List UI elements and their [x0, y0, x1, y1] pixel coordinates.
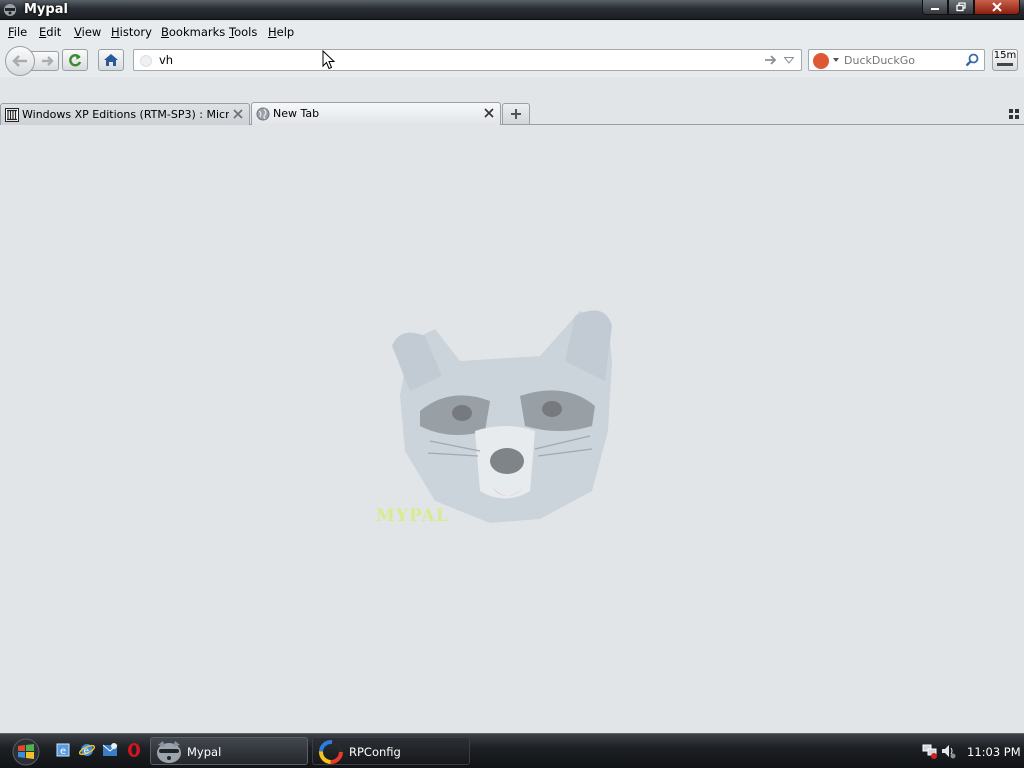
task-rpconfig[interactable]: RPConfig	[312, 737, 470, 765]
forward-button[interactable]	[31, 51, 59, 71]
back-arrow-icon	[12, 55, 27, 67]
menu-tools[interactable]: Tools	[229, 25, 257, 39]
menu-view[interactable]: View	[74, 25, 101, 39]
opera-icon[interactable]	[126, 742, 142, 758]
tab-label: New Tab	[273, 107, 320, 120]
home-icon	[104, 54, 118, 66]
internet-explorer-icon[interactable]: e	[79, 742, 95, 758]
search-bar[interactable]	[808, 49, 985, 71]
start-button[interactable]	[4, 736, 44, 767]
raccoon-logo	[392, 310, 612, 523]
task-mypal[interactable]: Mypal	[150, 737, 308, 765]
ie-edit-icon[interactable]: e	[55, 742, 71, 758]
network-icon[interactable]	[922, 743, 938, 759]
url-input[interactable]	[159, 52, 749, 68]
minimize-button[interactable]	[922, 0, 948, 15]
task-label: Mypal	[187, 745, 222, 759]
timer-bar-icon	[997, 63, 1013, 66]
search-input[interactable]	[844, 52, 964, 68]
outlook-icon[interactable]	[102, 742, 118, 758]
timer-button[interactable]: 15m	[992, 49, 1018, 71]
window-title: Mypal	[24, 2, 68, 17]
title-bar[interactable]: Mypal	[0, 0, 1024, 20]
back-button[interactable]	[5, 46, 35, 76]
archive-icon	[5, 108, 19, 122]
duckduckgo-engine-icon[interactable]	[813, 53, 829, 69]
home-button[interactable]	[98, 49, 124, 71]
minimize-icon	[931, 8, 939, 10]
taskbar: e e Mypal RPConfig 11:03 PM	[0, 733, 1024, 768]
raccoon-app-icon	[4, 4, 16, 16]
search-icon[interactable]	[965, 53, 979, 67]
rpconfig-ring-icon	[319, 740, 343, 764]
globe-icon	[256, 107, 270, 121]
plus-icon	[511, 109, 521, 119]
tab-label: Windows XP Editions (RTM-SP3) : Microso.…	[22, 108, 229, 121]
history-dropdown-icon[interactable]	[784, 57, 794, 64]
system-tray: 11:03 PM	[918, 737, 1024, 765]
menu-file[interactable]: File	[8, 25, 27, 39]
mypal-wordmark: MYPAL	[376, 506, 449, 526]
mouse-cursor-icon	[322, 50, 335, 70]
tab-new-tab[interactable]: New Tab	[251, 102, 501, 125]
menu-help[interactable]: Help	[268, 25, 294, 39]
timer-label: 15m	[993, 50, 1017, 61]
close-tab-icon[interactable]	[484, 108, 494, 118]
close-button[interactable]	[974, 0, 1020, 15]
tab-strip: Windows XP Editions (RTM-SP3) : Microso.…	[0, 77, 1024, 126]
reload-icon	[69, 54, 82, 67]
tab-windows-xp-editions[interactable]: Windows XP Editions (RTM-SP3) : Microso.…	[0, 103, 250, 125]
go-arrow-icon[interactable]	[764, 54, 778, 66]
task-label: RPConfig	[349, 745, 401, 759]
restore-button[interactable]	[948, 0, 974, 15]
menu-edit[interactable]: Edit	[39, 25, 61, 39]
new-tab-button[interactable]	[502, 103, 530, 124]
url-bar[interactable]	[133, 49, 802, 71]
restore-icon	[956, 2, 966, 12]
forward-arrow-icon	[41, 56, 54, 66]
close-icon	[992, 2, 1002, 12]
clock[interactable]: 11:03 PM	[967, 745, 1021, 759]
close-tab-icon[interactable]	[233, 109, 243, 119]
window-controls	[922, 0, 1020, 15]
raccoon-icon	[157, 741, 181, 763]
site-identity-icon[interactable]	[140, 55, 152, 67]
svg-text:e: e	[60, 746, 66, 757]
volume-icon[interactable]	[940, 743, 956, 759]
navigation-toolbar: 15m	[0, 43, 1024, 77]
menu-bar: File Edit View History Bookmarks Tools H…	[0, 21, 1024, 43]
menu-history[interactable]: History	[111, 25, 152, 39]
engine-dropdown-icon[interactable]	[833, 58, 839, 62]
reload-button[interactable]	[62, 49, 88, 71]
svg-text:e: e	[84, 747, 90, 757]
back-forward-group	[5, 46, 59, 76]
tab-groups-icon[interactable]	[1008, 108, 1020, 120]
new-tab-page: MYPAL	[0, 126, 1024, 733]
menu-bookmarks[interactable]: Bookmarks	[161, 25, 225, 39]
